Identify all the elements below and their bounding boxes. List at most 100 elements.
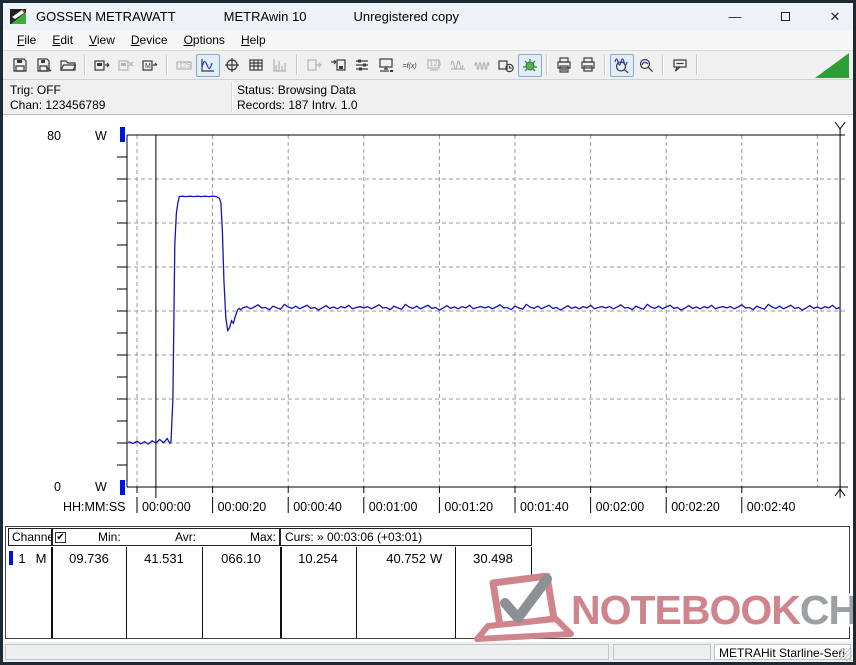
toolbar-separator — [662, 55, 664, 75]
status-panel-divider — [231, 82, 233, 112]
numeric-display-button: 125.7 — [172, 54, 196, 77]
cursor2-top-marker — [834, 121, 846, 130]
x-tick-label: 00:00:20 — [218, 500, 267, 514]
min-max-curve-button — [446, 54, 470, 77]
toolbar-separator — [604, 55, 606, 75]
store-config-icon — [331, 59, 346, 71]
maximize-icon — [780, 12, 790, 21]
menu-device[interactable]: Device — [123, 31, 176, 49]
annotation-button[interactable] — [668, 54, 692, 77]
maximize-button[interactable] — [775, 7, 795, 27]
device-memory-icon: 123 — [427, 59, 441, 71]
histogram-view-button — [268, 54, 292, 77]
menu-view[interactable]: View — [81, 31, 123, 49]
cursor2-value: 40.752 — [386, 551, 426, 566]
status-panel: Trig: OFF Chan: 123456789 Status: Browsi… — [3, 80, 853, 115]
y-min-label-0: 0 — [54, 480, 61, 494]
channel-number: 1 — [18, 551, 26, 566]
svg-text:M: M — [145, 63, 151, 70]
numeric-display-icon: 125.7 — [176, 61, 192, 70]
x-tick-label: 00:00:40 — [293, 500, 342, 514]
avr-value: 41.531 — [144, 551, 184, 566]
store-config-button[interactable] — [326, 54, 350, 77]
header-min: Min: — [98, 530, 121, 544]
header-max: Max: — [250, 530, 277, 544]
device-settings-button[interactable] — [374, 54, 398, 77]
zoom-time-button[interactable] — [610, 53, 634, 77]
app-name: METRAwin 10 — [223, 9, 307, 24]
disconnect-device-button — [114, 54, 138, 77]
cursor-view-button[interactable] — [220, 54, 244, 77]
max-value: 066.10 — [221, 551, 261, 566]
metrawin-corner-logo — [815, 53, 849, 78]
channel-mode: M — [35, 551, 47, 566]
app-icon — [10, 9, 26, 24]
toolbar-separator — [84, 55, 86, 75]
channel-checkbox[interactable]: ✔ — [55, 531, 66, 543]
svg-text:=f(x): =f(x) — [403, 63, 417, 70]
min-value: 09.736 — [69, 551, 109, 566]
cursor-diff-value: 30.498 — [473, 551, 513, 566]
menu-help[interactable]: Help — [233, 31, 274, 49]
envelope-curve-button — [470, 54, 494, 77]
read-memory-button[interactable]: M — [138, 54, 162, 77]
statusbar-section — [613, 644, 711, 660]
read-device-icon — [94, 60, 110, 71]
y-max-label: 80 — [47, 129, 61, 143]
device-name: METRAHit Starline-Seri — [714, 644, 851, 660]
chart-view-button[interactable] — [196, 53, 220, 77]
open-icon — [60, 60, 76, 71]
save-as-icon — [37, 58, 52, 72]
x-tick-label: 00:01:20 — [444, 500, 493, 514]
formula-button[interactable]: =f(x) — [398, 54, 422, 77]
power-chart[interactable]: 00:00:00 00:00:20 00:00:40 00:01:00 00:01:20… — [3, 115, 853, 526]
x-axis-unit: HH:MM:SS — [63, 500, 126, 514]
channel-color-marker — [9, 551, 13, 565]
trigger-status: Trig: OFF — [10, 83, 61, 97]
header-avr: Avr: — [175, 530, 197, 544]
x-tick-label: 00:00:00 — [142, 500, 191, 514]
export-button — [302, 54, 326, 77]
print-preview-icon — [557, 57, 571, 73]
resize-grip[interactable] — [839, 648, 852, 661]
close-button[interactable]: ✕ — [825, 7, 845, 27]
minimize-button[interactable]: — — [725, 7, 745, 27]
open-button[interactable] — [56, 54, 80, 77]
statusbar-section — [5, 644, 609, 660]
save-button[interactable] — [8, 54, 32, 77]
app-title: GOSSEN METRAWATT — [36, 9, 176, 24]
x-tick-label: 00:02:00 — [596, 500, 645, 514]
header-stats: ✔ Min: Avr: Max: — [52, 528, 280, 546]
table-view-button[interactable] — [244, 54, 268, 77]
toolbar-separator — [546, 55, 548, 75]
chart-panel[interactable]: 00:00:00 00:00:20 00:00:40 00:01:00 00:01:20… — [3, 115, 853, 526]
device-settings-icon — [379, 58, 393, 72]
print-button[interactable] — [576, 54, 600, 77]
read-device-button[interactable] — [90, 54, 114, 77]
toolbar-separator — [166, 55, 168, 75]
menu-options[interactable]: Options — [176, 31, 233, 49]
save-as-button[interactable] — [32, 54, 56, 77]
channel-settings-icon — [356, 59, 368, 71]
histogram-view-icon — [273, 59, 286, 72]
zoom-curve-icon — [639, 58, 654, 73]
toolbar: M 125.7 =f(x) 123 — [3, 51, 853, 80]
trigger-icon — [523, 59, 537, 72]
status-bar: METRAHit Starline-Seri — [3, 642, 853, 662]
x-tick-label: 00:02:40 — [747, 500, 796, 514]
print-preview-button[interactable] — [552, 54, 576, 77]
toolbar-separator — [696, 55, 698, 75]
y-unit-bottom: W — [95, 480, 107, 494]
zoom-time-icon — [614, 58, 629, 73]
channel-settings-button[interactable] — [350, 54, 374, 77]
zoom-curve-button[interactable] — [634, 54, 658, 77]
interval-timer-button[interactable] — [494, 54, 518, 77]
menu-file[interactable]: File — [9, 31, 44, 49]
chart-view-icon — [201, 59, 214, 72]
menu-edit[interactable]: Edit — [44, 31, 81, 49]
menu-bar: File Edit View Device Options Help — [3, 30, 853, 51]
table-row[interactable]: 1 M 09.736 41.531 066.10 10.254 40.752 W… — [6, 551, 849, 567]
trigger-button[interactable] — [518, 53, 542, 77]
y-range-marker-bottom — [120, 480, 125, 495]
x-tick-label: 00:01:40 — [520, 500, 569, 514]
